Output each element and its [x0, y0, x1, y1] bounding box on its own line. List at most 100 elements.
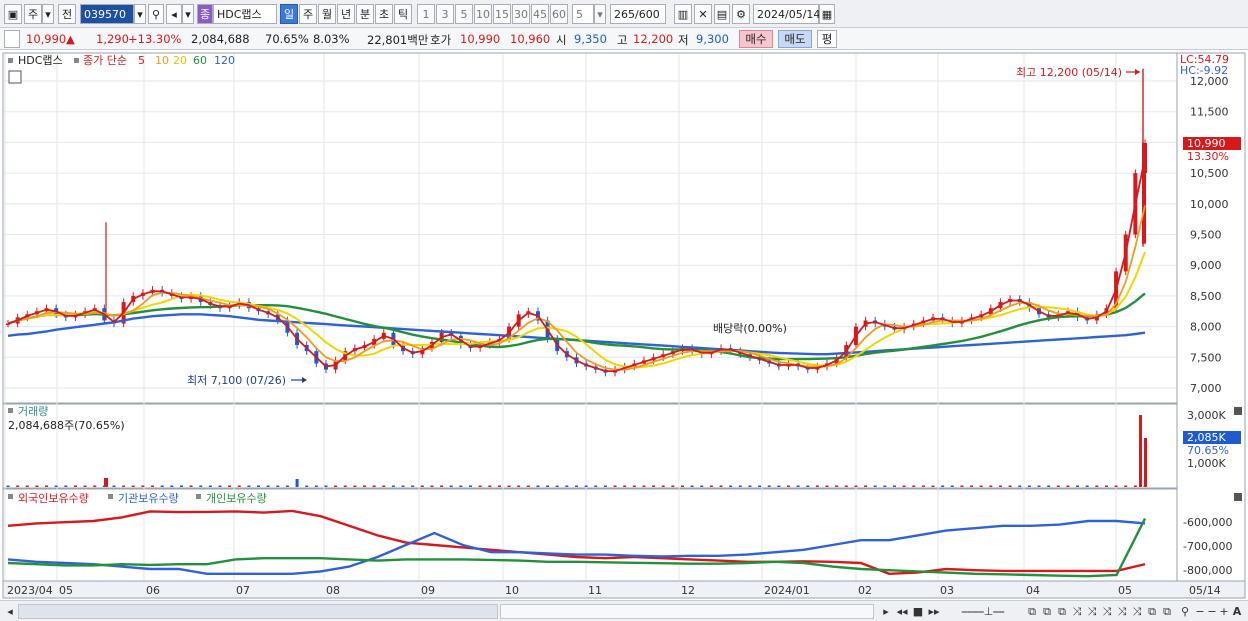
- play-icon[interactable]: ▸: [880, 604, 892, 619]
- speaker-dropdown-icon[interactable]: ▾: [182, 4, 194, 24]
- tab-yearly[interactable]: 년: [337, 4, 355, 24]
- prev-button[interactable]: 전: [58, 4, 76, 24]
- scroll-thumb[interactable]: [500, 604, 874, 619]
- chart-area[interactable]: HDC랩스 종가 단순 5 10 20 60 120 최고 12,200 (05…: [0, 50, 1248, 600]
- legend-bullet: [108, 494, 113, 499]
- search-icon[interactable]: ⚲: [148, 4, 164, 24]
- volume-bar: [854, 485, 858, 487]
- bid-price: 10,960: [510, 32, 551, 46]
- current-price: 10,990: [26, 32, 67, 46]
- collapse-icon[interactable]: −: [1206, 604, 1218, 619]
- zoom-out-icon[interactable]: −: [1194, 604, 1206, 619]
- volume-bar: [459, 485, 463, 487]
- legend-ma10: 10: [155, 54, 169, 67]
- turnover-rate: 8.03%: [313, 32, 350, 46]
- volume-bar: [314, 485, 318, 487]
- window-icon[interactable]: ▣: [4, 4, 22, 24]
- interval-dropdown-icon[interactable]: ▾: [594, 4, 606, 24]
- legend-ma5: 5: [138, 54, 145, 67]
- volume-bar: [1047, 485, 1051, 487]
- volume-bar: [729, 485, 733, 487]
- quote-toggle[interactable]: [4, 30, 20, 48]
- volume-bar: [1066, 485, 1070, 487]
- search-zoom-icon[interactable]: ⚲: [1178, 604, 1192, 619]
- bottom-scroll-bar: ◂ ▸ ◂◂ ■ ▸▸ ⎯⎯⎯⎯⊥⎯⎯ ⧉ ⧉ ⧉ ⤨ ⤨ ⤨ ⤨ ⤨ ⧉ ⧉ …: [0, 600, 1248, 621]
- grid-toggle-icon[interactable]: [8, 70, 22, 84]
- volume-bar: [420, 485, 424, 487]
- tool-icon-5[interactable]: ⤨: [1085, 604, 1099, 619]
- tool-icon-10[interactable]: ⧉: [1160, 604, 1174, 619]
- tool-icon-4[interactable]: ⤨: [1070, 604, 1084, 619]
- tool-icon-6[interactable]: ⤨: [1100, 604, 1114, 619]
- stock-name-field[interactable]: HDC랩스: [213, 4, 277, 24]
- period-select[interactable]: 주: [24, 4, 42, 24]
- volume-bar: [276, 485, 280, 487]
- sell-button[interactable]: 매도: [778, 30, 812, 48]
- rewind-icon[interactable]: ◂◂: [895, 604, 909, 619]
- volume-bar: [1144, 438, 1147, 487]
- scroll-track[interactable]: [18, 604, 498, 619]
- tool-icon-2[interactable]: ⧉: [1040, 604, 1054, 619]
- zoom-in-icon[interactable]: +: [1218, 604, 1230, 619]
- save-icon[interactable]: ▤: [714, 4, 730, 24]
- volume-close-icon[interactable]: [1234, 407, 1242, 415]
- volume-bar: [430, 485, 434, 487]
- interval-45[interactable]: 45: [531, 4, 549, 24]
- interval-input[interactable]: 5: [572, 4, 594, 24]
- avg-button[interactable]: 평: [817, 30, 837, 48]
- interval-60[interactable]: 60: [550, 4, 568, 24]
- count-field[interactable]: 265/600: [610, 4, 666, 24]
- volume-bar: [998, 485, 1002, 487]
- speaker-icon[interactable]: ◂: [166, 4, 182, 24]
- calendar-icon[interactable]: ▦: [819, 4, 835, 24]
- x-label: 08: [326, 584, 340, 597]
- stop-icon[interactable]: ■: [912, 604, 924, 619]
- volume-bar: [199, 485, 203, 487]
- tab-tick[interactable]: 틱: [394, 4, 412, 24]
- volume-bar: [777, 485, 781, 487]
- tool-icon-9[interactable]: ⧉: [1145, 604, 1159, 619]
- volume-bar: [285, 485, 289, 487]
- tab-monthly[interactable]: 월: [318, 4, 336, 24]
- x-label: 11: [588, 584, 602, 597]
- interval-10[interactable]: 10: [474, 4, 492, 24]
- volume-bar: [6, 485, 10, 487]
- tool-icon-1[interactable]: ⧉: [1025, 604, 1039, 619]
- legend-ma-label: 종가 단순: [83, 54, 127, 67]
- interval-30[interactable]: 30: [512, 4, 530, 24]
- dropdown-arrow-icon[interactable]: ▾: [42, 4, 54, 24]
- volume-bar: [411, 485, 415, 487]
- gear-icon[interactable]: ⚙: [732, 4, 750, 24]
- buy-button[interactable]: 매수: [739, 30, 773, 48]
- code-dropdown-icon[interactable]: ▾: [134, 4, 146, 24]
- x-label: 03: [940, 584, 954, 597]
- tool-icon-8[interactable]: ⤨: [1130, 604, 1144, 619]
- holdings-close-icon[interactable]: [1234, 493, 1242, 501]
- x-label: 05/14: [1189, 584, 1221, 597]
- current-volume-pct: 70.65%: [1187, 444, 1229, 457]
- tab-second[interactable]: 초: [375, 4, 393, 24]
- interval-5[interactable]: 5: [455, 4, 473, 24]
- tab-daily[interactable]: 일: [280, 4, 298, 24]
- volume-bar: [989, 485, 993, 487]
- legend-ma120: 120: [214, 54, 235, 67]
- volume-bar: [391, 485, 395, 487]
- candle-icon[interactable]: ▥: [674, 4, 692, 24]
- cross-icon[interactable]: ✕: [694, 4, 712, 24]
- scroll-left-icon[interactable]: ◂: [4, 604, 16, 619]
- tab-minute[interactable]: 분: [356, 4, 374, 24]
- fast-forward-icon[interactable]: ▸▸: [927, 604, 941, 619]
- interval-1[interactable]: 1: [417, 4, 435, 24]
- interval-3[interactable]: 3: [436, 4, 454, 24]
- current-pct-text: 13.30%: [1187, 150, 1229, 163]
- institution-legend: 기관보유수량: [118, 492, 179, 505]
- tool-icon-3[interactable]: ⧉: [1055, 604, 1069, 619]
- interval-15[interactable]: 15: [493, 4, 511, 24]
- tab-weekly[interactable]: 주: [299, 4, 317, 24]
- date-input[interactable]: 2024/05/14: [753, 4, 820, 24]
- stock-code-input[interactable]: 039570: [80, 4, 134, 24]
- font-size-icon[interactable]: A: [1230, 604, 1244, 619]
- up-arrow-icon: ▲: [66, 32, 75, 46]
- tool-icon-7[interactable]: ⤨: [1115, 604, 1129, 619]
- zoom-slider[interactable]: ⎯⎯⎯⎯⊥⎯⎯: [948, 604, 1018, 619]
